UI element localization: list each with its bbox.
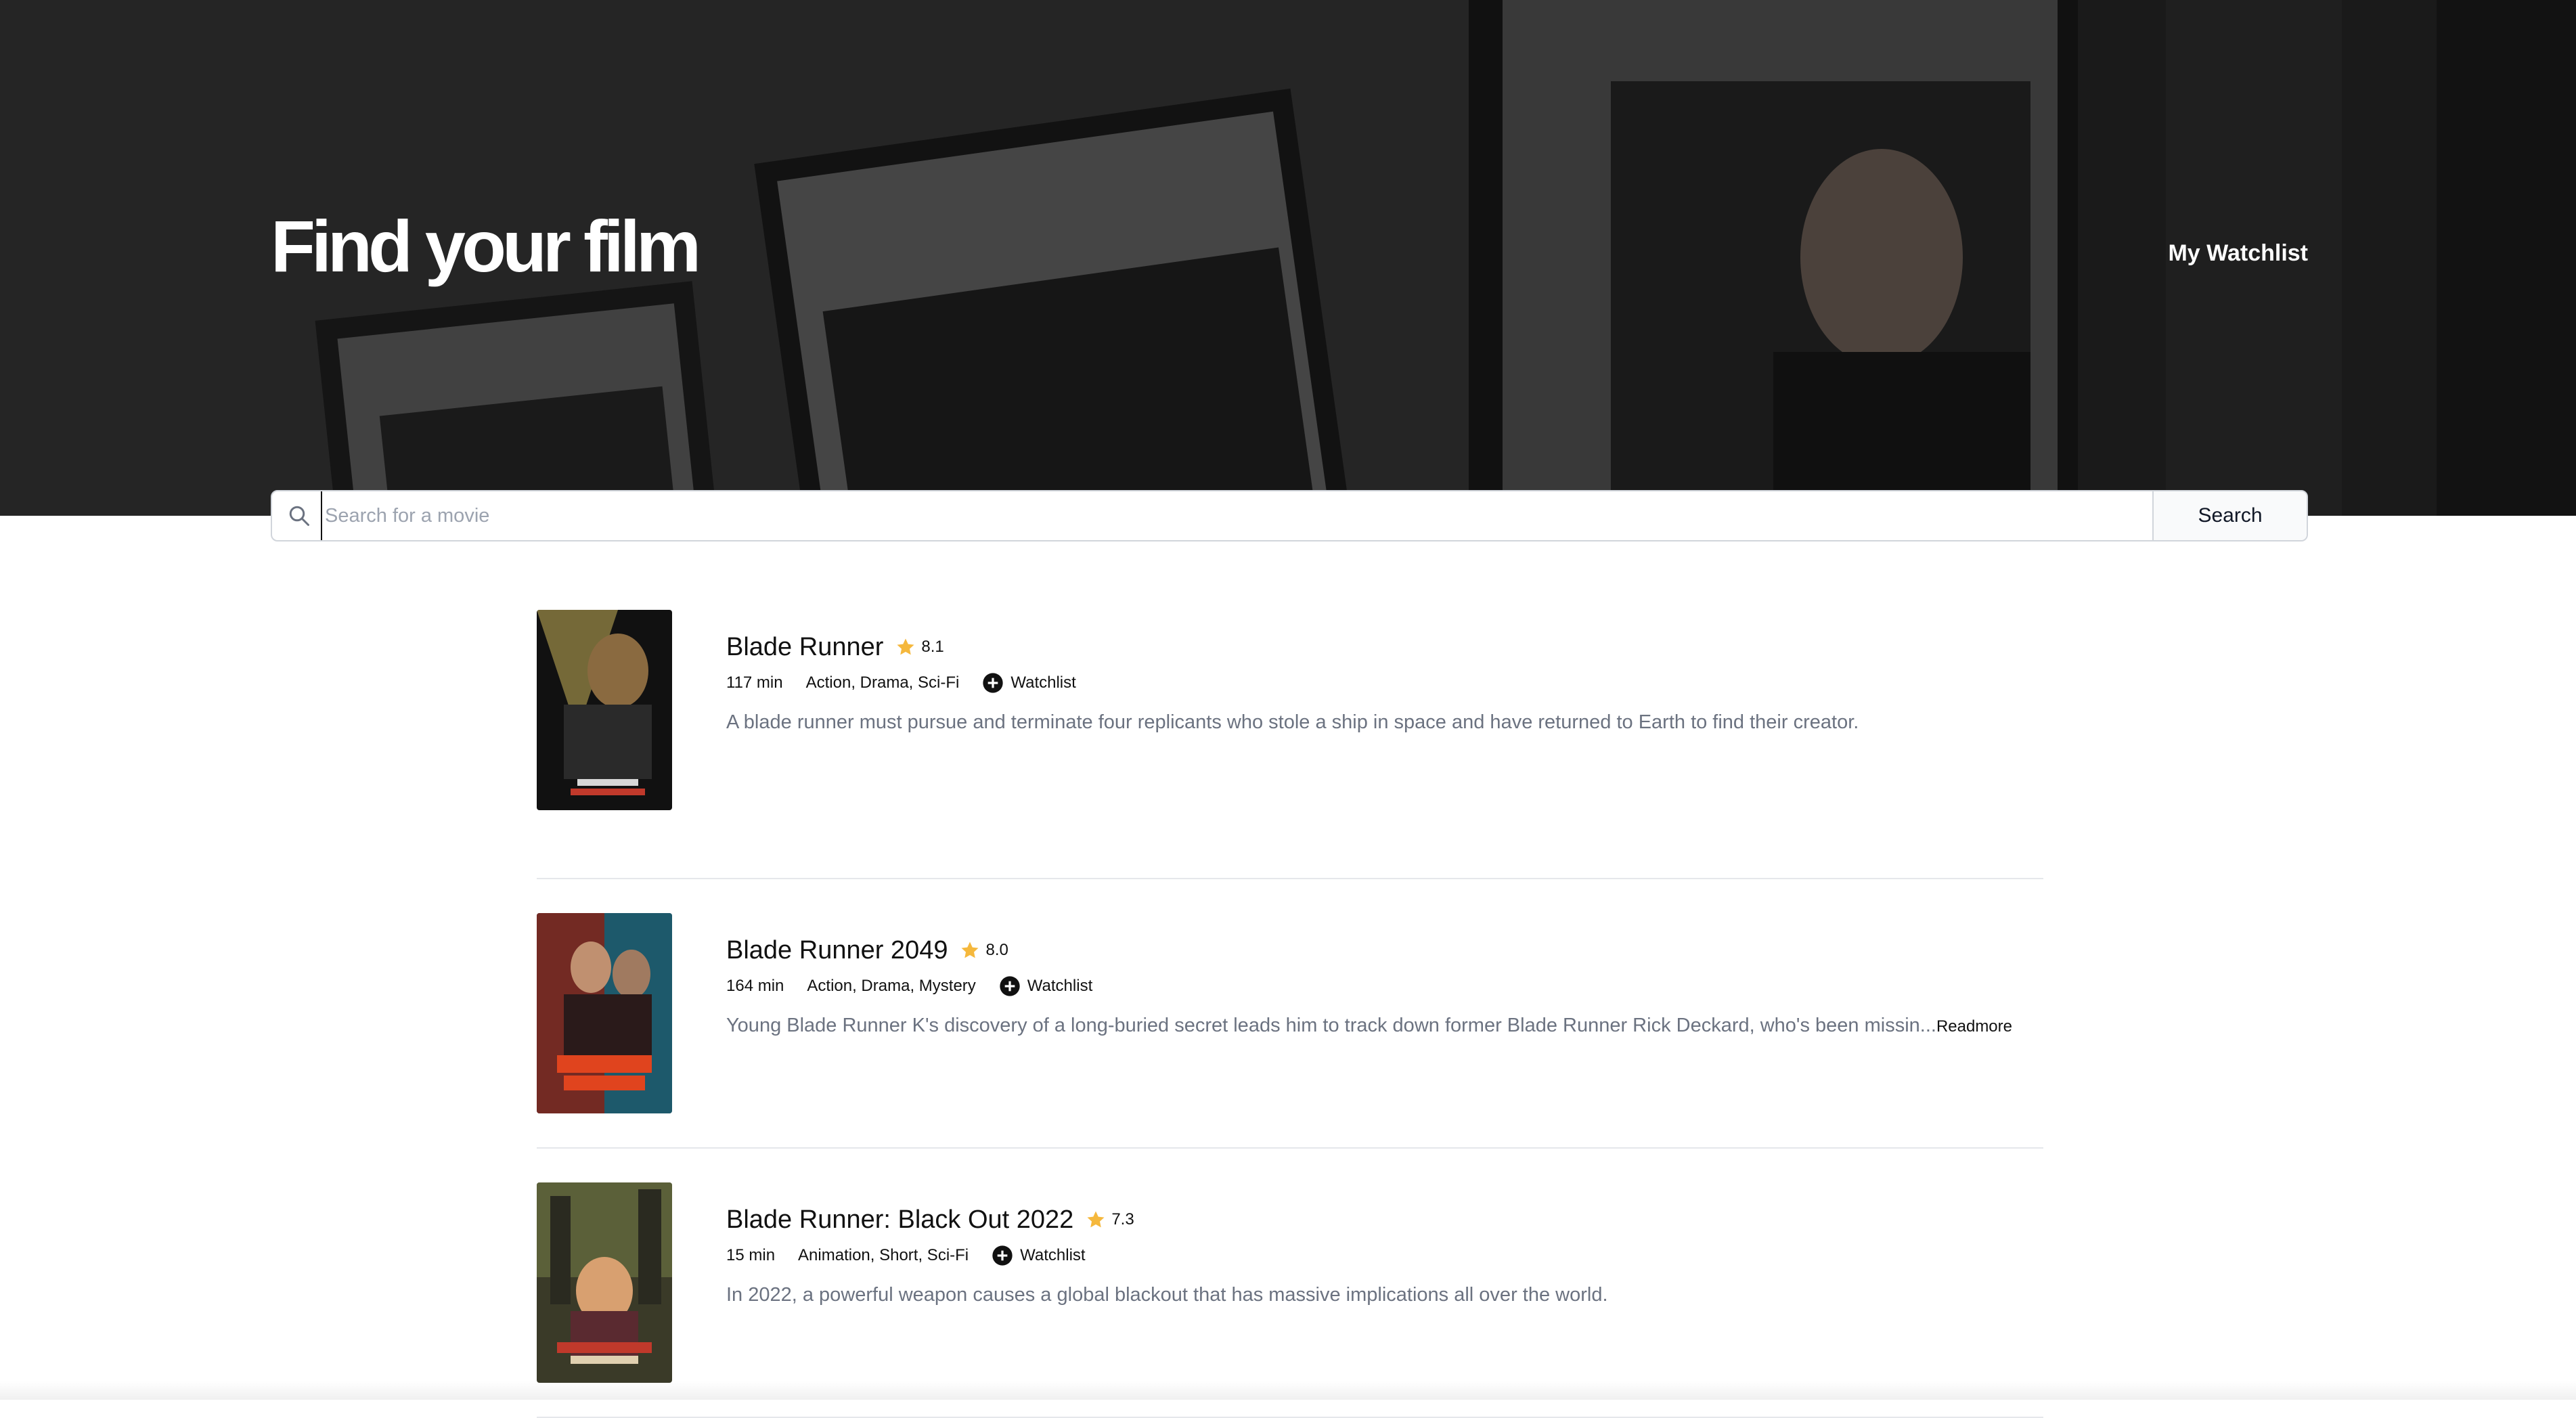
star-icon [1087, 1211, 1105, 1228]
movie-description: A blade runner must pursue and terminate… [726, 709, 2043, 736]
watchlist-label: Watchlist [1027, 977, 1093, 995]
movie-title[interactable]: Blade Runner: Black Out 2022 [726, 1205, 1073, 1235]
add-to-watchlist-button[interactable]: Watchlist [992, 1245, 1086, 1266]
movie-meta: 15 min Animation, Short, Sci-Fi Watchlis… [726, 1237, 2043, 1275]
my-watchlist-link[interactable]: My Watchlist [2168, 240, 2308, 267]
bottom-fade [0, 1381, 2576, 1400]
watchlist-label: Watchlist [1011, 673, 1076, 692]
movie-runtime: 15 min [726, 1246, 776, 1264]
movie-item: Blade Runner 8.1 117 min Action, Drama, … [537, 610, 2043, 879]
movie-genres: Action, Drama, Sci-Fi [805, 673, 960, 692]
poster-image [537, 913, 672, 1113]
movie-meta: 117 min Action, Drama, Sci-Fi Watchlist [726, 664, 2043, 702]
movie-title[interactable]: Blade Runner 2049 [726, 936, 948, 965]
movie-title-row: Blade Runner 2049 8.0 [726, 933, 2043, 967]
search-field [272, 491, 2154, 540]
movie-item: Blade Runner: Black Out 2022 7.3 15 min … [537, 1149, 2043, 1418]
movie-poster[interactable] [537, 610, 672, 810]
star-icon [897, 638, 914, 655]
readmore-link[interactable]: Readmore [1936, 1017, 2012, 1036]
hero-banner: Find your film My Watchlist [0, 0, 2576, 516]
page-title: Find your film [271, 205, 701, 287]
movie-rating: 8.0 [985, 941, 1008, 959]
movie-item: Blade Runner 2049 8.0 164 min Action, Dr… [537, 879, 2043, 1149]
search-button[interactable]: Search [2154, 491, 2307, 540]
movie-description-text: A blade runner must pursue and terminate… [726, 711, 1859, 733]
movie-meta: 164 min Action, Drama, Mystery Watchlist [726, 967, 2043, 1005]
movie-genres: Animation, Short, Sci-Fi [798, 1246, 969, 1264]
movie-info: Blade Runner 2049 8.0 164 min Action, Dr… [726, 913, 2043, 1147]
plus-circle-icon [983, 673, 1003, 693]
search-bar: Search [271, 490, 2308, 541]
star-icon [961, 941, 979, 958]
search-input[interactable] [321, 491, 2152, 540]
add-to-watchlist-button[interactable]: Watchlist [999, 975, 1092, 997]
movie-title[interactable]: Blade Runner [726, 633, 883, 662]
movie-description: Young Blade Runner K's discovery of a lo… [726, 1012, 2043, 1040]
movie-poster[interactable] [537, 913, 672, 1113]
movie-description: In 2022, a powerful weapon causes a glob… [726, 1281, 2043, 1309]
movie-title-row: Blade Runner: Black Out 2022 7.3 [726, 1203, 2043, 1237]
movie-genres: Action, Drama, Mystery [807, 977, 976, 995]
movie-description-text: In 2022, a powerful weapon causes a glob… [726, 1284, 1608, 1306]
movie-list: Blade Runner 8.1 117 min Action, Drama, … [537, 610, 2043, 1418]
poster-image [537, 610, 672, 810]
movie-runtime: 164 min [726, 977, 784, 995]
plus-circle-icon [1000, 976, 1020, 996]
watchlist-label: Watchlist [1020, 1246, 1086, 1264]
movie-poster[interactable] [537, 1182, 672, 1383]
movie-rating: 8.1 [921, 638, 944, 656]
poster-image [537, 1182, 672, 1383]
movie-rating: 7.3 [1111, 1210, 1134, 1228]
plus-circle-icon [992, 1245, 1013, 1266]
search-icon [289, 506, 309, 526]
movie-description-text: Young Blade Runner K's discovery of a lo… [726, 1015, 1936, 1036]
movie-info: Blade Runner 8.1 117 min Action, Drama, … [726, 610, 2043, 878]
movie-runtime: 117 min [726, 673, 783, 692]
movie-title-row: Blade Runner 8.1 [726, 630, 2043, 664]
add-to-watchlist-button[interactable]: Watchlist [982, 672, 1076, 694]
